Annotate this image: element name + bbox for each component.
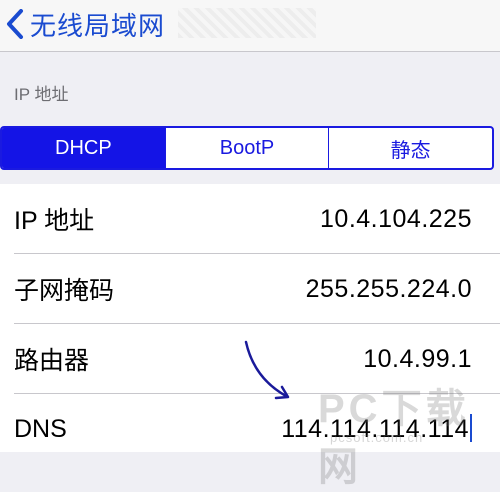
section-header: IP 地址 — [14, 85, 69, 104]
subnet-mask-label: 子网掩码 — [14, 277, 115, 305]
chevron-left-icon — [7, 9, 23, 39]
back-button[interactable]: 无线局域网 — [6, 6, 165, 42]
segment-dhcp[interactable]: DHCP — [2, 128, 165, 168]
subnet-mask-row[interactable]: 子网掩码 255.255.224.0 — [0, 254, 500, 324]
back-button-label: 无线局域网 — [30, 10, 166, 41]
router-label: 路由器 — [14, 347, 90, 375]
watermark-url: pcsoft.com.cn — [330, 430, 424, 445]
segment-static[interactable]: 静态 — [328, 128, 492, 168]
router-value[interactable]: 10.4.99.1 — [363, 345, 472, 374]
dns-label: DNS — [14, 414, 67, 443]
ip-address-label: IP 地址 — [14, 207, 95, 235]
ip-address-row[interactable]: IP 地址 10.4.104.225 — [0, 184, 500, 254]
ip-address-value[interactable]: 10.4.104.225 — [320, 205, 472, 234]
navigation-bar: 无线局域网 — [0, 0, 500, 52]
subnet-mask-value[interactable]: 255.255.224.0 — [306, 275, 472, 304]
segment-bootp[interactable]: BootP — [164, 128, 329, 168]
obscured-title-area — [178, 8, 316, 38]
annotation-arrow-icon — [244, 340, 290, 400]
ip-mode-segmented-control: DHCP BootP 静态 — [0, 126, 494, 170]
